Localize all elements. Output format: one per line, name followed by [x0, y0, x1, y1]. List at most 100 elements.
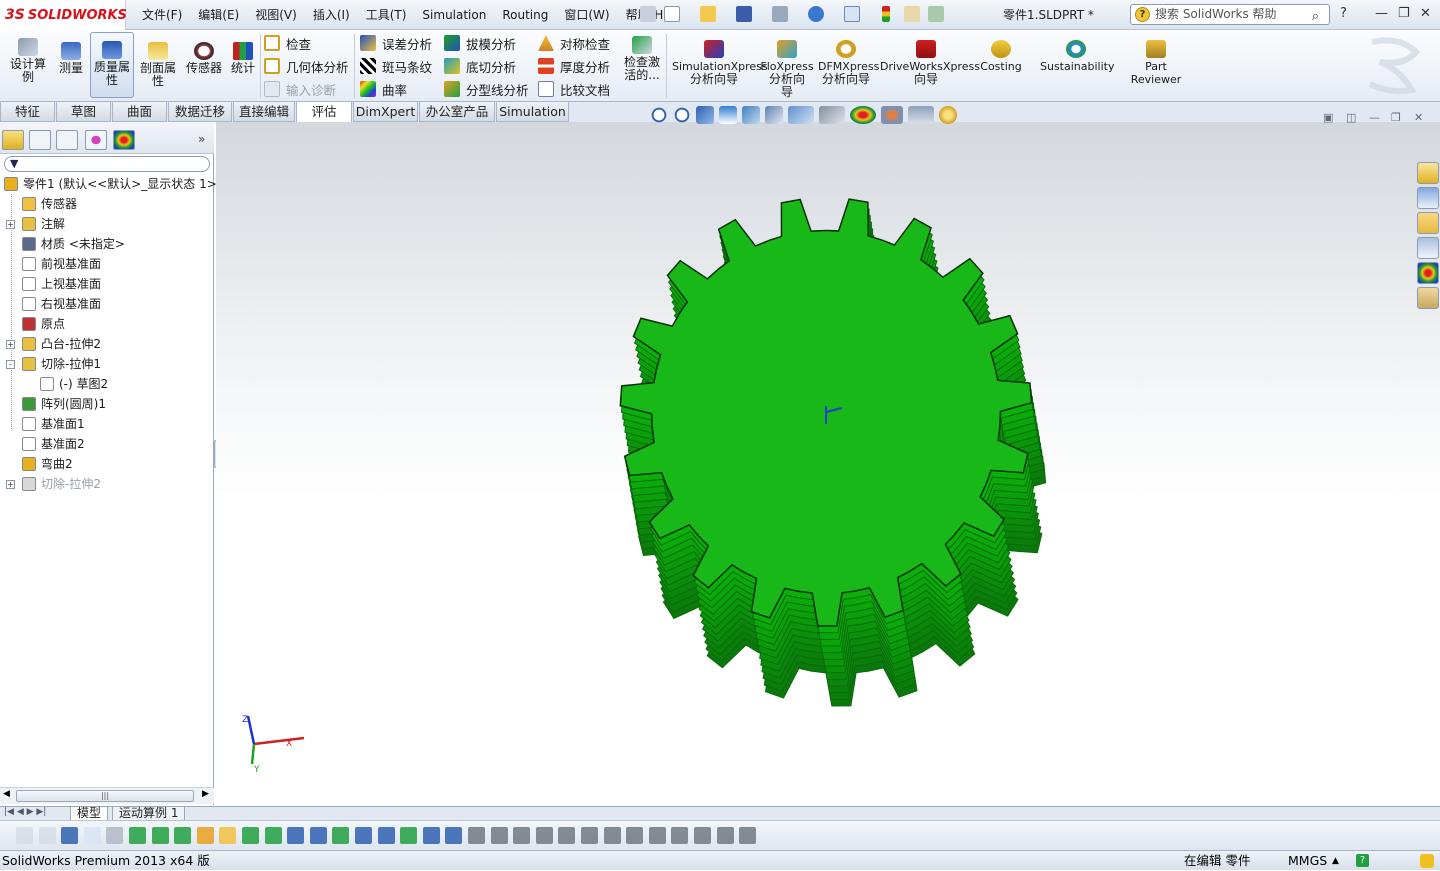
panel-horizontal-scrollbar[interactable]: ◀ ||| ▶ — [0, 787, 214, 804]
tab-data-migration[interactable]: 数据迁移 — [168, 102, 232, 122]
property-manager-tab-icon[interactable] — [29, 130, 51, 150]
graphics-viewport[interactable]: X Z Y — [216, 122, 1440, 806]
tab-motion-study-1[interactable]: 运动算例 1 — [112, 807, 186, 821]
tree-filter-input[interactable]: ▼ — [4, 156, 210, 172]
dimxpert-manager-tab-icon[interactable] — [85, 130, 107, 150]
apply-scene-icon[interactable] — [881, 106, 903, 124]
tab-simulation[interactable]: Simulation — [496, 102, 569, 122]
selection-filter-button[interactable] — [626, 827, 644, 844]
help-search-input[interactable]: ? 搜索 SolidWorks 帮助 ⌕ — [1130, 4, 1330, 25]
import-diagnostics-button[interactable]: 输入诊断 — [264, 79, 336, 99]
zebra-stripes-button[interactable]: 斑马条纹 — [360, 56, 432, 76]
selection-filter-button[interactable] — [129, 827, 146, 844]
parting-line-analysis-button[interactable]: 分型线分析 — [444, 79, 529, 99]
tree-item[interactable]: 材质 <未指定> — [0, 234, 214, 254]
selection-filter-button[interactable] — [151, 827, 169, 844]
helical-gear-model[interactable] — [216, 122, 1440, 806]
selection-filter-button[interactable] — [558, 827, 576, 844]
scroll-left-arrow-icon[interactable]: ◀ — [3, 789, 10, 799]
menu-simulation[interactable]: Simulation — [414, 0, 494, 30]
deviation-analysis-button[interactable]: 误差分析 — [360, 33, 432, 53]
tab-dimxpert[interactable]: DimXpert — [353, 102, 418, 122]
selection-filter-button[interactable] — [468, 827, 485, 844]
tree-item[interactable]: 前视基准面 — [0, 254, 214, 274]
tree-item[interactable]: 弯曲2 — [0, 454, 214, 474]
menu-tools[interactable]: 工具(T) — [358, 0, 415, 30]
design-study-button[interactable]: 设计算例 — [6, 38, 50, 84]
selection-filter-button[interactable] — [513, 827, 531, 844]
section-properties-button[interactable]: 剖面属性 — [138, 42, 178, 88]
selection-filter-button[interactable] — [581, 827, 598, 844]
menu-edit[interactable]: 编辑(E) — [190, 0, 247, 30]
tree-item[interactable]: 基准面2 — [0, 434, 214, 454]
tab-direct-editing[interactable]: 直接编辑 — [233, 102, 295, 122]
collapse-icon[interactable]: - — [6, 360, 15, 369]
sustainability-button[interactable]: Sustainability — [1040, 40, 1114, 73]
expand-panel-icon[interactable]: » — [198, 132, 205, 146]
thickness-analysis-button[interactable]: 厚度分析 — [538, 56, 610, 76]
menu-file[interactable]: 文件(F) — [134, 0, 190, 30]
dfmxpress-button[interactable]: DFMXpress 分析向导 — [818, 40, 879, 86]
selection-filter-button[interactable] — [671, 827, 689, 844]
check-active-button[interactable]: 检查激活的... — [622, 36, 662, 82]
geometry-analysis-button[interactable]: 几何体分析 — [264, 56, 349, 76]
minimize-icon[interactable]: — — [1375, 6, 1388, 21]
selection-filter-button[interactable] — [16, 827, 33, 844]
sensor-button[interactable]: 传感器 — [182, 42, 226, 75]
previous-view-icon[interactable] — [696, 106, 714, 124]
view-orientation-icon[interactable] — [765, 106, 783, 124]
menu-view[interactable]: 视图(V) — [247, 0, 305, 30]
selection-filter-button[interactable] — [219, 827, 237, 844]
selection-filter-button[interactable] — [377, 827, 395, 844]
search-icon[interactable]: ⌕ — [1312, 7, 1319, 26]
viewport-tile-icon[interactable]: ▣ — [1323, 111, 1333, 124]
selection-filter-button[interactable] — [648, 827, 666, 844]
selection-filter-button[interactable] — [694, 827, 711, 844]
tree-item[interactable]: 原点 — [0, 314, 214, 334]
hide-show-items-icon[interactable] — [819, 106, 845, 124]
measure-button[interactable]: 测量 — [54, 42, 88, 75]
mass-properties-button[interactable]: 质量属性 — [90, 32, 134, 98]
scrollbar-thumb[interactable]: ||| — [16, 790, 194, 802]
zoom-to-fit-icon[interactable] — [650, 106, 668, 124]
selection-filter-button[interactable] — [242, 827, 259, 844]
file-explorer-icon[interactable] — [1417, 212, 1439, 234]
appearances-icon[interactable] — [1417, 262, 1439, 284]
expand-icon[interactable]: + — [6, 480, 15, 489]
selection-filter-button[interactable] — [603, 827, 621, 844]
expand-icon[interactable]: + — [6, 340, 15, 349]
tree-item[interactable]: (-) 草图2 — [0, 374, 214, 394]
draft-analysis-button[interactable]: 拔模分析 — [444, 33, 516, 53]
selection-filter-button[interactable] — [445, 827, 463, 844]
tree-item[interactable]: 上视基准面 — [0, 274, 214, 294]
section-view-icon[interactable] — [719, 106, 737, 124]
menu-window[interactable]: 窗口(W) — [556, 0, 617, 30]
selection-filter-button[interactable] — [196, 827, 214, 844]
display-style-icon[interactable] — [788, 106, 814, 124]
feature-manager-tab-icon[interactable] — [2, 130, 24, 150]
selection-filter-button[interactable] — [535, 827, 553, 844]
file-properties-icon[interactable] — [904, 6, 920, 22]
help-dropdown-icon[interactable]: ? — [1340, 6, 1347, 21]
tree-item[interactable]: 传感器 — [0, 194, 214, 214]
selection-filter-button[interactable] — [287, 827, 305, 844]
selection-filter-button[interactable] — [83, 827, 101, 844]
options-icon[interactable] — [928, 6, 944, 22]
tab-surfaces[interactable]: 曲面 — [112, 102, 167, 122]
selection-filter-button[interactable] — [264, 827, 282, 844]
viewport-close-icon[interactable]: ✕ — [1414, 111, 1423, 124]
solidworks-logo[interactable]: 3S SOLIDWORKS — [0, 0, 127, 30]
units-dropdown-icon[interactable]: ▲ — [1332, 851, 1339, 871]
menu-insert[interactable]: 插入(I) — [305, 0, 358, 30]
compare-documents-button[interactable]: 比较文档 — [538, 79, 610, 99]
part-reviewer-button[interactable]: Part Reviewer — [1128, 40, 1184, 86]
tab-nav-arrows-icon[interactable]: |◀ ◀ ▶ ▶| — [4, 807, 46, 817]
solidworks-resources-icon[interactable] — [1417, 162, 1439, 184]
selection-filter-button[interactable] — [332, 827, 350, 844]
statistics-button[interactable]: 统计 — [228, 42, 258, 75]
tree-item[interactable]: + 切除-拉伸2 — [0, 474, 214, 494]
select-pointer-icon[interactable] — [844, 6, 860, 22]
design-library-icon[interactable] — [1417, 187, 1439, 209]
curvature-button[interactable]: 曲率 — [360, 79, 407, 99]
tree-item[interactable]: + 凸台-拉伸2 — [0, 334, 214, 354]
